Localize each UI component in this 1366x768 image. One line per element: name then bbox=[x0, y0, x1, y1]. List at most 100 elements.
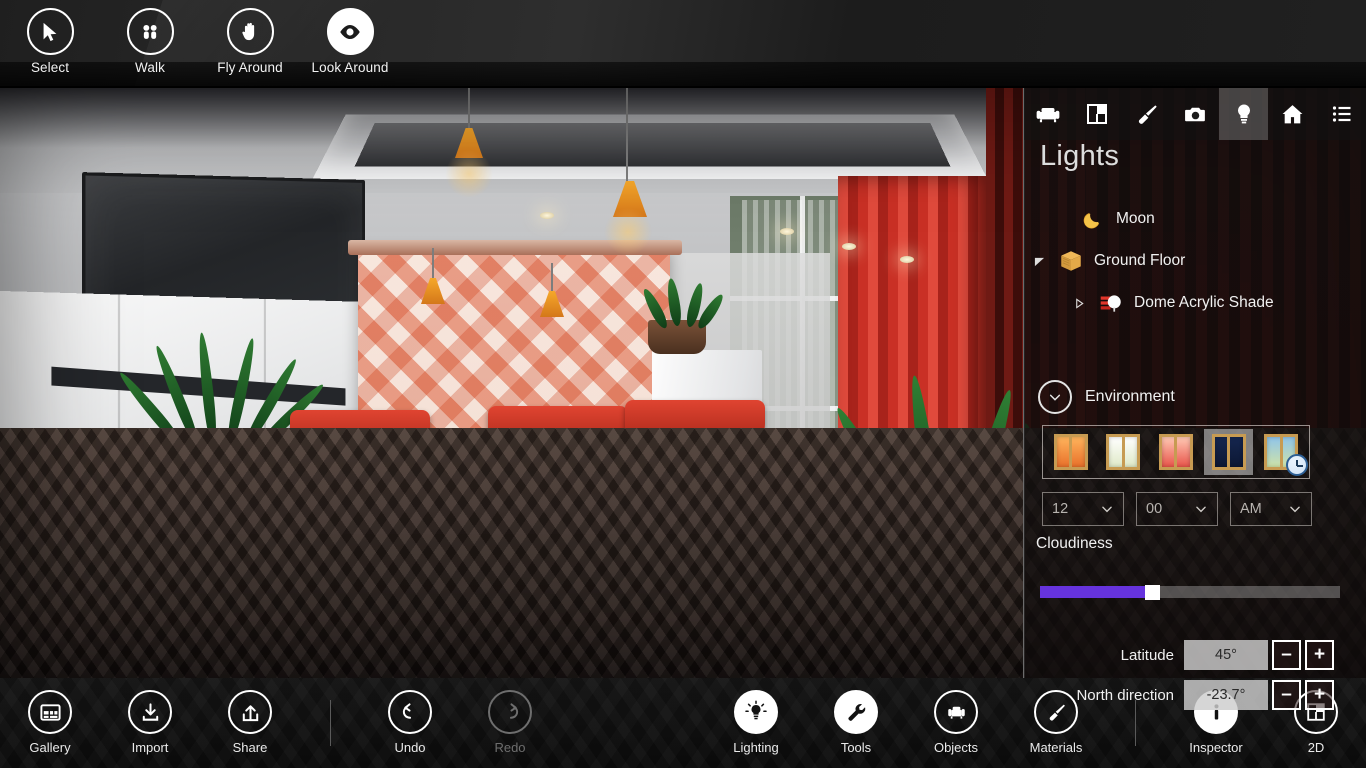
tool-walk[interactable]: Walk bbox=[100, 8, 200, 75]
bottom-item-label: 2D bbox=[1307, 740, 1325, 755]
bottom-gallery-button[interactable]: Gallery bbox=[0, 690, 100, 755]
clock-icon bbox=[1285, 454, 1308, 476]
preset-custom-time[interactable] bbox=[1256, 429, 1308, 476]
minute-value: 00 bbox=[1146, 501, 1163, 517]
tab-materials[interactable] bbox=[1122, 88, 1171, 140]
preset-sunset[interactable] bbox=[1046, 429, 1096, 475]
lights-panel: Lights Moon Ground Floor Dome Acrylic Sh… bbox=[1024, 88, 1366, 710]
box-icon bbox=[1056, 246, 1086, 276]
north-direction-decrement-button[interactable]: – bbox=[1272, 680, 1301, 710]
tool-select[interactable]: Select bbox=[0, 8, 100, 75]
latitude-row: Latitude 45° – + bbox=[1024, 638, 1366, 672]
latitude-label: Latitude bbox=[1120, 646, 1174, 664]
redo-icon bbox=[488, 690, 532, 734]
bottom-item-label: Import bbox=[131, 740, 169, 755]
lightbulb-icon bbox=[1232, 102, 1256, 126]
bottom-item-label: Redo bbox=[494, 740, 526, 755]
sofa-icon bbox=[934, 690, 978, 734]
latitude-decrement-button[interactable]: – bbox=[1272, 640, 1301, 670]
section-label: Environment bbox=[1085, 388, 1175, 405]
share-icon bbox=[228, 690, 272, 734]
sofa-icon bbox=[1035, 101, 1061, 127]
tree-item-label: Dome Acrylic Shade bbox=[1134, 294, 1274, 311]
cloudiness-slider-fill bbox=[1040, 586, 1145, 598]
list-icon bbox=[1330, 102, 1354, 126]
tab-camera[interactable] bbox=[1171, 88, 1220, 140]
bottom-lighting-button[interactable]: Lighting bbox=[706, 690, 806, 755]
latitude-increment-button[interactable]: + bbox=[1305, 640, 1334, 670]
camera-icon bbox=[1183, 102, 1208, 127]
hand-icon bbox=[226, 8, 274, 55]
bottom-share-button[interactable]: Share bbox=[200, 690, 300, 755]
tool-fly-around[interactable]: Fly Around bbox=[200, 8, 300, 75]
chevron-down-icon[interactable] bbox=[1038, 380, 1072, 414]
tree-item-moon[interactable]: Moon bbox=[1024, 198, 1366, 240]
tree-item-label: Ground Floor bbox=[1094, 252, 1186, 269]
toolbar-separator bbox=[330, 700, 331, 746]
tree-item-dome-acrylic-shade[interactable]: Dome Acrylic Shade bbox=[1024, 282, 1366, 324]
preset-night[interactable] bbox=[1203, 429, 1254, 475]
tree-item-ground-floor[interactable]: Ground Floor bbox=[1024, 240, 1366, 282]
gallery-icon bbox=[28, 690, 72, 734]
bottom-item-label: Tools bbox=[840, 740, 872, 755]
floorplan-icon bbox=[1085, 102, 1109, 126]
tab-lights[interactable] bbox=[1219, 88, 1269, 140]
lightbulb-icon bbox=[734, 690, 778, 734]
paintbrush-icon bbox=[1134, 102, 1159, 127]
north-direction-value[interactable]: -23.7° bbox=[1184, 680, 1268, 710]
footsteps-icon bbox=[126, 8, 174, 55]
import-icon bbox=[128, 690, 172, 734]
bottom-import-button[interactable]: Import bbox=[100, 690, 200, 755]
preset-dawn[interactable] bbox=[1151, 429, 1201, 475]
bottom-item-label: Materials bbox=[1029, 740, 1083, 755]
chevron-down-icon bbox=[1288, 502, 1302, 516]
bottom-objects-button[interactable]: Objects bbox=[906, 690, 1006, 755]
page-title: Lights bbox=[1040, 140, 1120, 172]
undo-icon bbox=[388, 690, 432, 734]
bottom-undo-button[interactable]: Undo bbox=[360, 690, 460, 755]
wrench-icon bbox=[834, 690, 878, 734]
bottom-item-label: Undo bbox=[394, 740, 426, 755]
tool-label: Look Around bbox=[311, 60, 389, 75]
bottom-item-label: Gallery bbox=[29, 740, 71, 755]
chevron-down-icon bbox=[1100, 502, 1114, 516]
twisty-collapsed-icon[interactable] bbox=[1074, 297, 1096, 309]
cursor-arrow-icon bbox=[26, 8, 74, 55]
tool-look-around[interactable]: Look Around bbox=[300, 8, 400, 75]
meridiem-value: AM bbox=[1240, 501, 1262, 517]
cloudiness-slider-thumb[interactable] bbox=[1145, 585, 1160, 600]
twisty-expanded-icon[interactable] bbox=[1034, 256, 1056, 267]
meridiem-select[interactable]: AM bbox=[1230, 492, 1312, 526]
tab-furniture[interactable] bbox=[1024, 88, 1073, 140]
minute-select[interactable]: 00 bbox=[1136, 492, 1218, 526]
cloudiness-slider[interactable] bbox=[1040, 585, 1340, 600]
home-icon bbox=[1280, 102, 1305, 127]
latitude-value[interactable]: 45° bbox=[1184, 640, 1268, 670]
tree-item-label: Moon bbox=[1116, 210, 1155, 227]
bottom-redo-button[interactable]: Redo bbox=[460, 690, 560, 755]
tool-label: Walk bbox=[135, 60, 165, 75]
hour-select[interactable]: 12 bbox=[1042, 492, 1124, 526]
cloudiness-label: Cloudiness bbox=[1036, 535, 1113, 552]
preset-daylight[interactable] bbox=[1099, 429, 1149, 475]
tab-home[interactable] bbox=[1268, 88, 1317, 140]
application-window: Select Walk Fly Around Look Around Light… bbox=[0, 0, 1366, 768]
tab-floorplan[interactable] bbox=[1073, 88, 1122, 140]
environment-section-header[interactable]: Environment bbox=[1038, 380, 1175, 414]
tab-list[interactable] bbox=[1317, 88, 1366, 140]
tool-label: Select bbox=[30, 60, 70, 75]
environment-preset-group bbox=[1042, 425, 1310, 479]
tool-label: Fly Around bbox=[217, 60, 283, 75]
bottom-item-label: Objects bbox=[933, 740, 979, 755]
north-direction-increment-button[interactable]: + bbox=[1305, 680, 1334, 710]
north-direction-row: North direction -23.7° – + bbox=[1024, 678, 1366, 712]
bottom-item-label: Share bbox=[232, 740, 268, 755]
hour-value: 12 bbox=[1052, 501, 1069, 517]
bottom-tools-button[interactable]: Tools bbox=[806, 690, 906, 755]
bottom-item-label: Inspector bbox=[1189, 740, 1243, 755]
north-direction-label: North direction bbox=[1076, 686, 1174, 704]
lamp-icon bbox=[1096, 288, 1126, 318]
panel-content: Lights Moon Ground Floor Dome Acrylic Sh… bbox=[1024, 140, 1366, 710]
chevron-down-icon bbox=[1194, 502, 1208, 516]
bottom-item-label: Lighting bbox=[733, 740, 779, 755]
